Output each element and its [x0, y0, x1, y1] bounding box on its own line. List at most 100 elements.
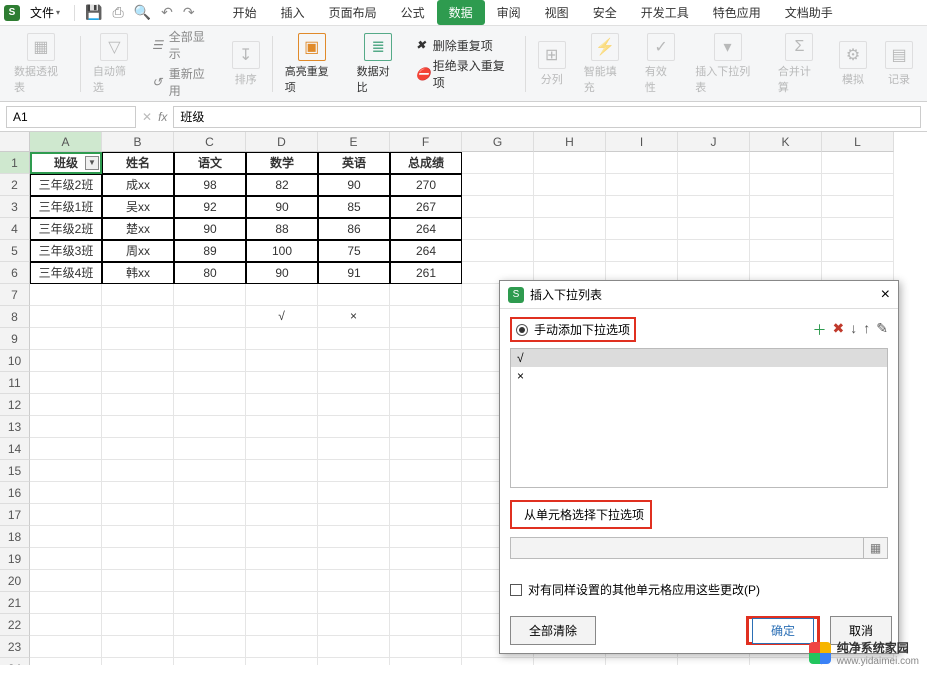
cell[interactable]	[30, 570, 102, 592]
filter-arrow-icon[interactable]: ▼	[85, 156, 99, 170]
clear-all-button[interactable]: 全部清除	[510, 616, 596, 645]
cell[interactable]	[678, 196, 750, 218]
cell[interactable]	[678, 174, 750, 196]
preview-icon[interactable]: 🔍	[130, 4, 155, 21]
cell[interactable]: 80	[174, 262, 246, 284]
cell[interactable]: 三年级2班	[30, 218, 102, 240]
cell[interactable]	[246, 570, 318, 592]
reapply-button[interactable]: ↺重新应用	[152, 65, 216, 99]
row-header[interactable]: 22	[0, 614, 30, 636]
tab-home[interactable]: 开始	[221, 0, 269, 25]
cell[interactable]	[318, 350, 390, 372]
cell[interactable]	[30, 460, 102, 482]
dialog-titlebar[interactable]: S 插入下拉列表 ×	[500, 281, 898, 309]
radio-manual[interactable]	[516, 324, 528, 336]
cell[interactable]	[822, 174, 894, 196]
row-header[interactable]: 20	[0, 570, 30, 592]
cell[interactable]	[174, 438, 246, 460]
delete-dup-button[interactable]: ✖删除重复项	[416, 37, 515, 54]
cell[interactable]: 264	[390, 218, 462, 240]
cell[interactable]	[390, 614, 462, 636]
cell[interactable]	[678, 240, 750, 262]
cell[interactable]	[318, 592, 390, 614]
cell[interactable]: 三年级3班	[30, 240, 102, 262]
textcol-button[interactable]: ⊞分列	[532, 41, 572, 87]
cell[interactable]	[102, 328, 174, 350]
cell[interactable]: 88	[246, 218, 318, 240]
cell[interactable]	[174, 394, 246, 416]
cell[interactable]	[462, 240, 534, 262]
cell[interactable]	[30, 438, 102, 460]
autofilter-button[interactable]: ▽自动筛选	[87, 33, 142, 95]
tab-data[interactable]: 数据	[437, 0, 485, 25]
row-header[interactable]: 21	[0, 592, 30, 614]
cell[interactable]	[534, 658, 606, 665]
cell[interactable]	[30, 482, 102, 504]
cell[interactable]	[750, 240, 822, 262]
cell[interactable]	[390, 394, 462, 416]
cell[interactable]: 75	[318, 240, 390, 262]
cell[interactable]	[246, 482, 318, 504]
cell[interactable]	[606, 218, 678, 240]
sort-button[interactable]: ↧排序	[226, 41, 266, 87]
cell[interactable]	[246, 548, 318, 570]
column-header[interactable]: J	[678, 132, 750, 152]
cell[interactable]	[534, 152, 606, 174]
cell[interactable]	[606, 240, 678, 262]
cell[interactable]	[318, 416, 390, 438]
cell[interactable]	[102, 372, 174, 394]
cell[interactable]	[822, 196, 894, 218]
tab-security[interactable]: 安全	[581, 0, 629, 25]
cell[interactable]	[390, 504, 462, 526]
cell[interactable]	[30, 416, 102, 438]
cell[interactable]	[102, 284, 174, 306]
cell[interactable]	[102, 438, 174, 460]
simulate-button[interactable]: ⚙模拟	[833, 41, 873, 87]
cell[interactable]	[30, 306, 102, 328]
row-header[interactable]: 9	[0, 328, 30, 350]
cell[interactable]: 姓名	[102, 152, 174, 174]
cell[interactable]	[174, 548, 246, 570]
pivot-button[interactable]: ▦数据透视表	[8, 33, 74, 95]
cell[interactable]	[102, 460, 174, 482]
cell[interactable]	[462, 218, 534, 240]
cell[interactable]: 班级▼	[30, 152, 102, 174]
cell[interactable]	[246, 372, 318, 394]
reject-dup-button[interactable]: ⛔拒绝录入重复项	[416, 57, 515, 91]
insert-dropdown-button[interactable]: ▾插入下拉列表	[689, 33, 766, 95]
tab-layout[interactable]: 页面布局	[317, 0, 389, 25]
cell[interactable]	[318, 526, 390, 548]
cell[interactable]	[30, 636, 102, 658]
cell[interactable]	[534, 196, 606, 218]
cell[interactable]: 100	[246, 240, 318, 262]
tab-formula[interactable]: 公式	[389, 0, 437, 25]
column-header[interactable]: A	[30, 132, 102, 152]
close-icon[interactable]: ×	[881, 286, 890, 304]
record-button[interactable]: ▤记录	[879, 41, 919, 87]
cell[interactable]	[174, 636, 246, 658]
cell[interactable]	[102, 614, 174, 636]
cell[interactable]: 98	[174, 174, 246, 196]
row-header[interactable]: 3	[0, 196, 30, 218]
cell[interactable]: 82	[246, 174, 318, 196]
tab-dev[interactable]: 开发工具	[629, 0, 701, 25]
row-header[interactable]: 7	[0, 284, 30, 306]
cell[interactable]	[534, 174, 606, 196]
cell[interactable]: 90	[246, 262, 318, 284]
cell[interactable]	[606, 152, 678, 174]
cell[interactable]	[318, 328, 390, 350]
range-picker-icon[interactable]: ▦	[864, 537, 888, 559]
cell[interactable]: 92	[174, 196, 246, 218]
cell[interactable]	[462, 174, 534, 196]
cell[interactable]: 总成绩	[390, 152, 462, 174]
cell[interactable]	[534, 218, 606, 240]
redo-icon[interactable]: ↷	[179, 4, 199, 21]
cell[interactable]	[318, 284, 390, 306]
undo-icon[interactable]: ↶	[157, 4, 177, 21]
cell[interactable]	[174, 350, 246, 372]
cell[interactable]	[318, 570, 390, 592]
validity-button[interactable]: ✓有效性	[639, 33, 683, 95]
cell[interactable]	[246, 438, 318, 460]
delete-item-icon[interactable]: ✖	[833, 320, 845, 340]
cancel-formula-icon[interactable]: ✕	[142, 110, 152, 124]
